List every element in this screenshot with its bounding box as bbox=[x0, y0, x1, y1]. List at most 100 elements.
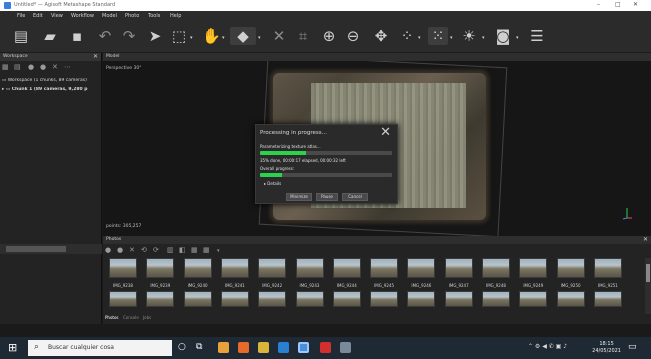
display-layers-icon[interactable]: ☰ bbox=[526, 27, 548, 45]
photo-thumbnail[interactable] bbox=[109, 258, 137, 278]
disable-icon[interactable]: ● bbox=[40, 63, 46, 71]
app-icon[interactable] bbox=[340, 342, 351, 353]
close-icon[interactable]: ✕ bbox=[93, 53, 98, 61]
zoom-out-icon[interactable]: ⊖ bbox=[344, 27, 362, 45]
chevron-down-icon[interactable]: ▾ bbox=[450, 35, 453, 41]
chevron-down-icon[interactable]: ▾ bbox=[418, 35, 421, 41]
camera-icon[interactable]: ◙ bbox=[494, 27, 512, 45]
cortana-icon[interactable]: ○ bbox=[178, 342, 186, 352]
menu-model[interactable]: Model bbox=[102, 13, 117, 19]
photo-thumbnail[interactable] bbox=[109, 291, 137, 307]
scrollbar-thumb[interactable] bbox=[646, 264, 650, 282]
rotate-icon[interactable]: ⟲ bbox=[141, 246, 147, 254]
workspace-root[interactable]: ▭ Workspace (1 chunks, 89 cameras) bbox=[2, 78, 102, 83]
photo-thumbnail[interactable] bbox=[593, 291, 622, 307]
close-dialog-button[interactable]: ✕ bbox=[380, 125, 391, 140]
view-points-icon[interactable]: ⁘ bbox=[398, 27, 416, 45]
tab-jobs[interactable]: Jobs bbox=[143, 315, 151, 320]
photo-thumbnail[interactable] bbox=[295, 258, 324, 278]
mask-icon[interactable]: ▥ bbox=[167, 246, 174, 254]
new-file-icon[interactable]: ▤ bbox=[12, 27, 30, 45]
remove-icon[interactable]: ✕ bbox=[52, 63, 58, 71]
remove-icon[interactable]: ✕ bbox=[129, 246, 135, 254]
save-icon[interactable]: ▪ bbox=[68, 27, 86, 45]
disable-icon[interactable]: ● bbox=[117, 246, 123, 254]
photo-thumbnail[interactable] bbox=[183, 291, 212, 307]
close-window-button[interactable]: ✕ bbox=[633, 1, 638, 8]
chevron-down-icon[interactable]: ▾ bbox=[190, 35, 193, 41]
crop-icon[interactable]: ⌗ bbox=[294, 27, 312, 45]
filter-icon[interactable]: ▦ bbox=[191, 246, 198, 254]
redo-icon[interactable]: ↷ bbox=[120, 27, 138, 45]
chrome-icon[interactable] bbox=[218, 342, 229, 353]
zoom-in-icon[interactable]: ⊕ bbox=[320, 27, 338, 45]
photo-thumbnail[interactable] bbox=[593, 258, 622, 278]
photo-thumbnail[interactable] bbox=[370, 291, 399, 307]
expand-icon[interactable]: ▸ bbox=[2, 87, 4, 92]
photo-thumbnail[interactable] bbox=[220, 258, 249, 278]
details-toggle[interactable]: ▸ Details bbox=[264, 181, 281, 186]
cancel-button[interactable]: Cancel bbox=[342, 193, 368, 201]
menu-tools[interactable]: Tools bbox=[148, 13, 160, 19]
photo-thumbnail[interactable] bbox=[556, 291, 585, 307]
vertical-scrollbar[interactable] bbox=[645, 258, 651, 314]
notifications-icon[interactable]: ▭ bbox=[628, 342, 637, 352]
photo-thumbnail[interactable] bbox=[407, 258, 436, 278]
navigation-icon[interactable]: ✋ bbox=[202, 27, 221, 45]
photo-thumbnail[interactable] bbox=[370, 258, 399, 278]
rectangle-selection-icon[interactable]: ⬚ bbox=[170, 27, 188, 45]
view-icon[interactable]: ◧ bbox=[179, 246, 186, 254]
chevron-down-icon[interactable]: ▾ bbox=[258, 35, 261, 41]
view-mesh-icon[interactable]: ⁙ bbox=[428, 27, 448, 45]
photo-thumbnail[interactable] bbox=[482, 291, 510, 307]
task-view-icon[interactable]: ⧉ bbox=[196, 342, 202, 352]
chevron-down-icon[interactable]: ▾ bbox=[516, 35, 519, 41]
photo-thumbnail[interactable] bbox=[407, 291, 436, 307]
menu-file[interactable]: File bbox=[17, 13, 25, 19]
photo-thumbnail[interactable] bbox=[258, 258, 287, 278]
photo-thumbnail[interactable] bbox=[332, 291, 361, 307]
shape-icon[interactable]: ◆ bbox=[230, 27, 256, 45]
firefox-icon[interactable] bbox=[238, 342, 249, 353]
metashape-icon[interactable] bbox=[298, 342, 309, 353]
taskbar-search[interactable]: ⌕ Buscar cualquier cosa bbox=[28, 340, 172, 356]
add-chunk-icon[interactable]: ▦ bbox=[2, 63, 9, 71]
photo-thumbnail[interactable] bbox=[444, 291, 473, 307]
enable-icon[interactable]: ● bbox=[105, 246, 111, 254]
move-icon[interactable]: ✥ bbox=[372, 27, 390, 45]
menu-view[interactable]: View bbox=[51, 13, 63, 19]
system-tray-icons[interactable]: ⌃ ⚙ ◀ ✆ ▣ ♪ bbox=[528, 343, 567, 350]
scrollbar-thumb[interactable] bbox=[6, 246, 66, 252]
photo-thumbnail[interactable] bbox=[519, 258, 548, 278]
tab-console[interactable]: Console bbox=[123, 315, 139, 320]
file-explorer-icon[interactable] bbox=[258, 342, 269, 353]
menu-workflow[interactable]: Workflow bbox=[71, 13, 94, 19]
select-pointer-icon[interactable]: ➤ bbox=[148, 27, 162, 45]
settings-icon[interactable]: ⋯ bbox=[64, 63, 71, 71]
edge-icon[interactable] bbox=[278, 342, 289, 353]
minimize-button[interactable]: – bbox=[597, 1, 600, 8]
lighting-icon[interactable]: ☀ bbox=[460, 27, 478, 45]
horizontal-scrollbar[interactable] bbox=[0, 244, 102, 254]
photo-thumbnail[interactable] bbox=[519, 291, 548, 307]
menu-help[interactable]: Help bbox=[170, 13, 181, 19]
menu-edit[interactable]: Edit bbox=[33, 13, 43, 19]
photo-thumbnail[interactable] bbox=[295, 291, 324, 307]
chevron-down-icon[interactable]: ▾ bbox=[482, 35, 485, 41]
photo-thumbnail[interactable] bbox=[146, 291, 175, 307]
photo-thumbnail[interactable] bbox=[220, 291, 249, 307]
minimize-button[interactable]: Minimize bbox=[286, 193, 312, 201]
delete-icon[interactable]: ✕ bbox=[270, 27, 288, 45]
undo-icon[interactable]: ↶ bbox=[96, 27, 114, 45]
menu-photo[interactable]: Photo bbox=[125, 13, 139, 19]
acrobat-icon[interactable] bbox=[320, 342, 331, 353]
photo-thumbnail[interactable] bbox=[482, 258, 510, 278]
chunk-item[interactable]: ▸ ▭ Chunk 1 (89 cameras, 9,280 p bbox=[2, 87, 102, 92]
add-photos-icon[interactable]: ▤ bbox=[14, 63, 21, 71]
photo-thumbnail[interactable] bbox=[444, 258, 473, 278]
pause-button[interactable]: Pause bbox=[316, 193, 338, 201]
photo-thumbnail[interactable] bbox=[183, 258, 212, 278]
close-icon[interactable]: ✕ bbox=[643, 236, 648, 244]
windows-start-icon[interactable]: ⊞ bbox=[8, 341, 17, 354]
photo-thumbnail[interactable] bbox=[332, 258, 361, 278]
